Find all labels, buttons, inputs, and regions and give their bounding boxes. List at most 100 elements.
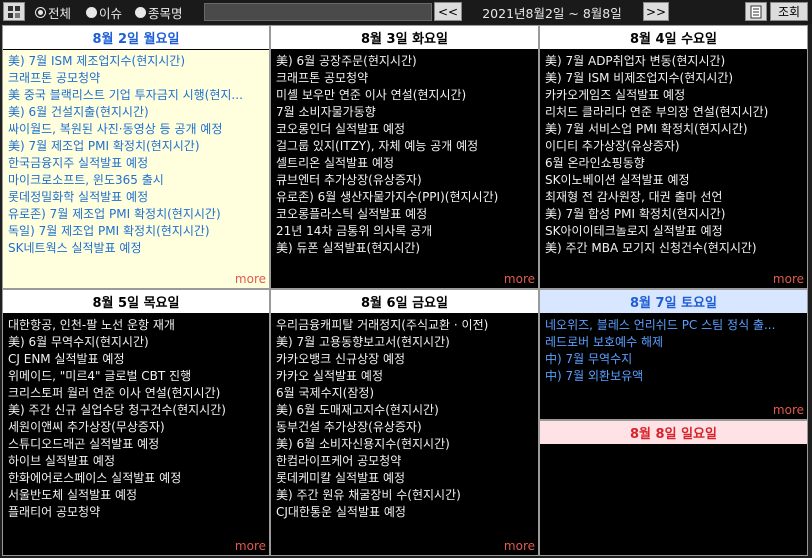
list-item[interactable]: 플래티어 공모청약 <box>8 504 265 521</box>
weekly-calendar: 8월 2일 월요일 美) 7월 ISM 제조업지수(현지시간) 크래프톤 공모청… <box>2 25 808 556</box>
list-item[interactable]: 레드로버 보호예수 해제 <box>545 334 803 351</box>
list-item[interactable]: 한화에어로스페이스 실적발표 예정 <box>8 470 265 487</box>
list-item[interactable]: 美) 7월 ADP취업자 변동(현지시간) <box>545 53 803 70</box>
filter-label: 전체 <box>48 5 72 21</box>
list-item[interactable]: 7월 소비자물가동향 <box>276 104 534 121</box>
list-item[interactable]: 큐브엔터 추가상장(유상증자) <box>276 172 534 189</box>
filter-label: 종목명 <box>148 5 183 21</box>
day-header: 8월 8일 일요일 <box>540 421 807 445</box>
list-item[interactable]: 6월 국제수지(잠정) <box>276 385 534 402</box>
radio-icon <box>135 6 146 18</box>
filter-radio-stock-name[interactable]: 종목명 <box>135 3 183 21</box>
list-item[interactable]: 크리스토퍼 월러 연준 이사 연설(현지시간) <box>8 385 265 402</box>
more-link[interactable]: more <box>504 539 535 553</box>
day-cell-tue: 8월 3일 화요일 美) 6월 공장주문(현지시간) 크래프톤 공모청약 미셸 … <box>271 26 538 288</box>
day-cell-thu: 8월 5일 목요일 대한항공, 인천-팔 노선 운항 재개 美) 6월 무역수지… <box>3 290 269 555</box>
list-item[interactable]: 싸이월드, 복원된 사진·동영상 등 공개 예정 <box>8 121 265 138</box>
list-item[interactable]: 21년 14차 금통위 의사록 공개 <box>276 223 534 240</box>
list-item[interactable]: 6월 온라인쇼핑동향 <box>545 155 803 172</box>
list-item[interactable]: 네오위즈, 블레스 언리쉬드 PC 스팀 정식 출... <box>545 317 803 334</box>
more-link[interactable]: more <box>504 272 535 286</box>
list-item[interactable]: SK네트웍스 실적발표 예정 <box>8 240 265 257</box>
list-item[interactable]: 美) 주간 신규 실업수당 청구건수(현지시간) <box>8 402 265 419</box>
list-item[interactable]: 한국금융지주 실적발표 예정 <box>8 155 265 172</box>
search-input[interactable] <box>204 3 432 21</box>
list-item[interactable]: 리처드 클라리다 연준 부의장 연설(현지시간) <box>545 104 803 121</box>
more-link[interactable]: more <box>235 539 266 553</box>
list-item[interactable]: 롯데케미칼 실적발표 예정 <box>276 470 534 487</box>
more-link[interactable]: more <box>235 272 266 286</box>
list-item[interactable]: 코오롱인더 실적발표 예정 <box>276 121 534 138</box>
list-item[interactable]: 하이브 실적발표 예정 <box>8 453 265 470</box>
day-cell-fri: 8월 6일 금요일 우리금융캐피탈 거래정지(주식교환 · 이전) 美) 7월 … <box>271 290 538 555</box>
list-item[interactable]: 대한항공, 인천-팔 노선 운항 재개 <box>8 317 265 334</box>
list-item[interactable]: 세원이앤씨 추가상장(무상증자) <box>8 419 265 436</box>
list-item[interactable]: 서울반도체 실적발표 예정 <box>8 487 265 504</box>
radio-selected-icon <box>35 6 46 18</box>
list-item[interactable]: 中) 7월 무역수지 <box>545 351 803 368</box>
day-header: 8월 7일 토요일 <box>540 290 807 314</box>
more-link[interactable]: more <box>773 403 804 417</box>
list-item[interactable]: 마이크로소프트, 윈도365 출시 <box>8 172 265 189</box>
list-item[interactable]: 독일) 7월 제조업 PMI 확정치(현지시간) <box>8 223 265 240</box>
list-item[interactable]: 롯데정밀화학 실적발표 예정 <box>8 189 265 206</box>
day-cell-sat: 8월 7일 토요일 네오위즈, 블레스 언리쉬드 PC 스팀 정식 출... 레… <box>540 290 807 419</box>
list-item[interactable]: 美) 6월 공장주문(현지시간) <box>276 53 534 70</box>
list-item[interactable]: 유로존) 6월 생산자물가지수(PPI)(현지시간) <box>276 189 534 206</box>
list-item[interactable]: 이디티 추가상장(유상증자) <box>545 138 803 155</box>
settings-grid-icon[interactable] <box>3 2 25 21</box>
day-header: 8월 6일 금요일 <box>271 290 538 314</box>
list-item[interactable]: 美) 주간 MBA 모기지 신청건수(현지시간) <box>545 240 803 257</box>
print-list-icon[interactable] <box>745 2 767 21</box>
list-item[interactable]: 한컴라이프케어 공모청약 <box>276 453 534 470</box>
list-item[interactable]: 美) 7월 합성 PMI 확정치(현지시간) <box>545 206 803 223</box>
list-item[interactable]: 셀트리온 실적발표 예정 <box>276 155 534 172</box>
list-item[interactable]: 美) 6월 무역수지(현지시간) <box>8 334 265 351</box>
list-item[interactable]: SK아이이테크놀로지 실적발표 예정 <box>545 223 803 240</box>
search-button[interactable]: 조회 <box>770 2 808 21</box>
list-item[interactable]: 美) 6월 도매재고지수(현지시간) <box>276 402 534 419</box>
list-item[interactable]: 中) 7월 외환보유액 <box>545 368 803 385</box>
day-header: 8월 4일 수요일 <box>540 26 807 50</box>
list-item[interactable]: 걸그룹 있지(ITZY), 자체 예능 공개 예정 <box>276 138 534 155</box>
list-item[interactable]: 美) 7월 고용동향보고서(현지시간) <box>276 334 534 351</box>
list-item[interactable]: 美) 듀폰 실적발표(현지시간) <box>276 240 534 257</box>
list-item[interactable]: 美) 7월 서비스업 PMI 확정치(현지시간) <box>545 121 803 138</box>
day-cell-wed: 8월 4일 수요일 美) 7월 ADP취업자 변동(현지시간) 美) 7월 IS… <box>540 26 807 288</box>
list-item[interactable]: 미셸 보우만 연준 이사 연설(현지시간) <box>276 87 534 104</box>
list-item[interactable]: 동부건설 추가상장(유상증자) <box>276 419 534 436</box>
list-item[interactable]: 美) 6월 건설지출(현지시간) <box>8 104 265 121</box>
list-item[interactable]: 美) 6월 소비자신용지수(현지시간) <box>276 436 534 453</box>
list-item[interactable]: 美) 7월 ISM 비제조업지수(현지시간) <box>545 70 803 87</box>
day-cell-mon: 8월 2일 월요일 美) 7월 ISM 제조업지수(현지시간) 크래프톤 공모청… <box>3 26 269 288</box>
next-week-button[interactable]: >> <box>643 2 669 21</box>
day-header: 8월 2일 월요일 <box>3 26 269 50</box>
list-item[interactable]: CJ대한통운 실적발표 예정 <box>276 504 534 521</box>
list-item[interactable]: 유로존) 7월 제조업 PMI 확정치(현지시간) <box>8 206 265 223</box>
filter-radio-issue[interactable]: 이슈 <box>86 3 122 21</box>
filter-radio-all[interactable]: 전체 <box>35 3 71 21</box>
list-item[interactable]: 카카오 실적발표 예정 <box>276 368 534 385</box>
list-item[interactable]: 크래프톤 공모청약 <box>8 70 265 87</box>
list-item[interactable]: 美) 주간 원유 채굴장비 수(현지시간) <box>276 487 534 504</box>
event-list: 美) 7월 ISM 제조업지수(현지시간) 크래프톤 공모청약 美 중국 블랙리… <box>8 53 265 257</box>
list-item[interactable]: 위메이드, "미르4" 글로벌 CBT 진행 <box>8 368 265 385</box>
list-item[interactable]: 카카오게임즈 실적발표 예정 <box>545 87 803 104</box>
list-item[interactable]: 우리금융캐피탈 거래정지(주식교환 · 이전) <box>276 317 534 334</box>
list-item[interactable]: 코오롱플라스틱 실적발표 예정 <box>276 206 534 223</box>
prev-week-button[interactable]: << <box>434 2 462 21</box>
filter-label: 이슈 <box>99 5 123 21</box>
more-link[interactable]: more <box>773 272 804 286</box>
list-item[interactable]: 크래프톤 공모청약 <box>276 70 534 87</box>
day-header: 8월 3일 화요일 <box>271 26 538 50</box>
list-item[interactable]: 카카오뱅크 신규상장 예정 <box>276 351 534 368</box>
list-item[interactable]: 최재형 전 감사원장, 대권 출마 선언 <box>545 189 803 206</box>
event-list: 美) 6월 공장주문(현지시간) 크래프톤 공모청약 미셸 보우만 연준 이사 … <box>276 53 534 257</box>
toolbar: 전체 이슈 종목명 << 2021년8월2일 ~ 8월8일 >> 조회 <box>0 0 812 24</box>
list-item[interactable]: 美 중국 블랙리스트 기업 투자금지 시행(현지... <box>8 87 265 104</box>
list-item[interactable]: SK이노베이션 실적발표 예정 <box>545 172 803 189</box>
list-item[interactable]: 美) 7월 제조업 PMI 확정치(현지시간) <box>8 138 265 155</box>
list-item[interactable]: CJ ENM 실적발표 예정 <box>8 351 265 368</box>
list-item[interactable]: 美) 7월 ISM 제조업지수(현지시간) <box>8 53 265 70</box>
list-item[interactable]: 스튜디오드래곤 실적발표 예정 <box>8 436 265 453</box>
